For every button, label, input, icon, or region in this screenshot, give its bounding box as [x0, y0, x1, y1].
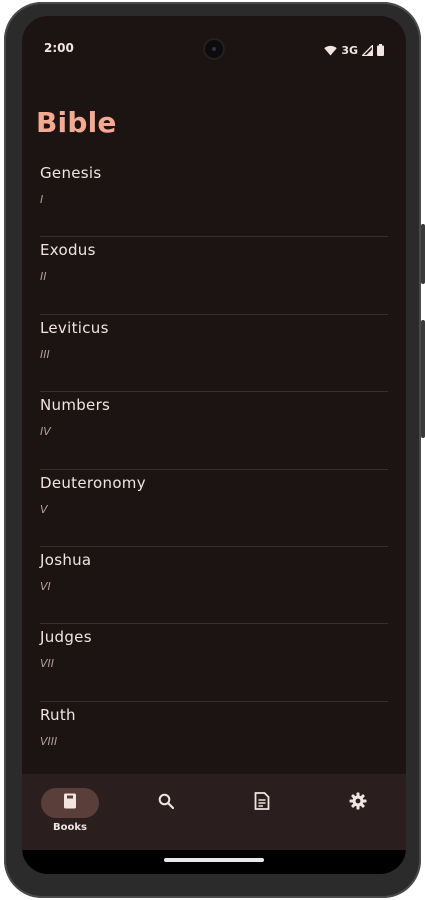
nav-item-document[interactable] — [214, 774, 310, 850]
status-icons: 3G — [324, 41, 384, 60]
list-item[interactable]: Numbers IV — [40, 392, 388, 470]
gear-icon — [349, 792, 367, 814]
list-item[interactable]: Leviticus III — [40, 315, 388, 393]
book-name: Genesis — [40, 164, 102, 182]
list-item[interactable]: Joshua VI — [40, 547, 388, 625]
nav-icon-container — [329, 788, 387, 818]
nav-icon-container — [233, 788, 291, 818]
status-time: 2:00 — [44, 41, 74, 55]
search-icon — [158, 793, 175, 813]
battery-icon — [377, 41, 384, 60]
list-item[interactable]: Judges VII — [40, 624, 388, 703]
book-name: Numbers — [40, 396, 111, 415]
bottom-navigation: Books — [22, 774, 406, 850]
device-frame: 2:00 3G Bible Genesis I Exodus II Leviti… — [4, 2, 425, 898]
book-name: Leviticus — [40, 318, 109, 337]
network-type: 3G — [341, 44, 358, 57]
nav-item-books[interactable]: Books — [22, 774, 118, 850]
document-icon — [254, 792, 270, 814]
nav-item-settings[interactable] — [310, 774, 406, 850]
book-numeral: I — [40, 193, 44, 206]
list-item[interactable]: Deuteronomy V — [40, 470, 388, 548]
book-numeral: VIII — [40, 734, 58, 748]
wifi-icon — [324, 41, 338, 60]
book-name: Joshua — [40, 550, 92, 569]
front-camera — [203, 38, 225, 60]
nav-icon-container — [137, 788, 195, 818]
volume-button — [421, 320, 425, 438]
book-name: Ruth — [40, 705, 76, 724]
nav-label-books: Books — [53, 822, 87, 833]
home-gesture-handle[interactable] — [164, 858, 264, 862]
book-numeral: IV — [40, 425, 51, 439]
book-numeral: III — [40, 347, 50, 361]
list-item[interactable]: Exodus II — [40, 237, 388, 316]
list-item[interactable]: Ruth VIII — [40, 702, 388, 780]
book-icon — [63, 793, 77, 813]
book-name: Judges — [40, 628, 92, 647]
nav-selected-indicator — [41, 788, 99, 818]
gesture-navigation-area — [22, 850, 406, 874]
status-bar: 2:00 3G — [22, 16, 406, 60]
signal-icon — [360, 41, 374, 60]
book-numeral: V — [40, 502, 48, 516]
book-numeral: VII — [40, 657, 55, 671]
screen: 2:00 3G Bible Genesis I Exodus II Leviti… — [22, 16, 406, 874]
power-button — [421, 224, 425, 284]
book-name: Exodus — [40, 241, 96, 260]
book-list: Genesis I Exodus II Leviticus III Number… — [22, 160, 406, 780]
book-numeral: II — [40, 270, 47, 284]
list-item[interactable]: Genesis I — [40, 160, 388, 238]
nav-item-search[interactable] — [118, 774, 214, 850]
book-name: Deuteronomy — [40, 473, 146, 492]
book-numeral: VI — [40, 579, 51, 593]
page-title: Bible — [36, 106, 117, 139]
